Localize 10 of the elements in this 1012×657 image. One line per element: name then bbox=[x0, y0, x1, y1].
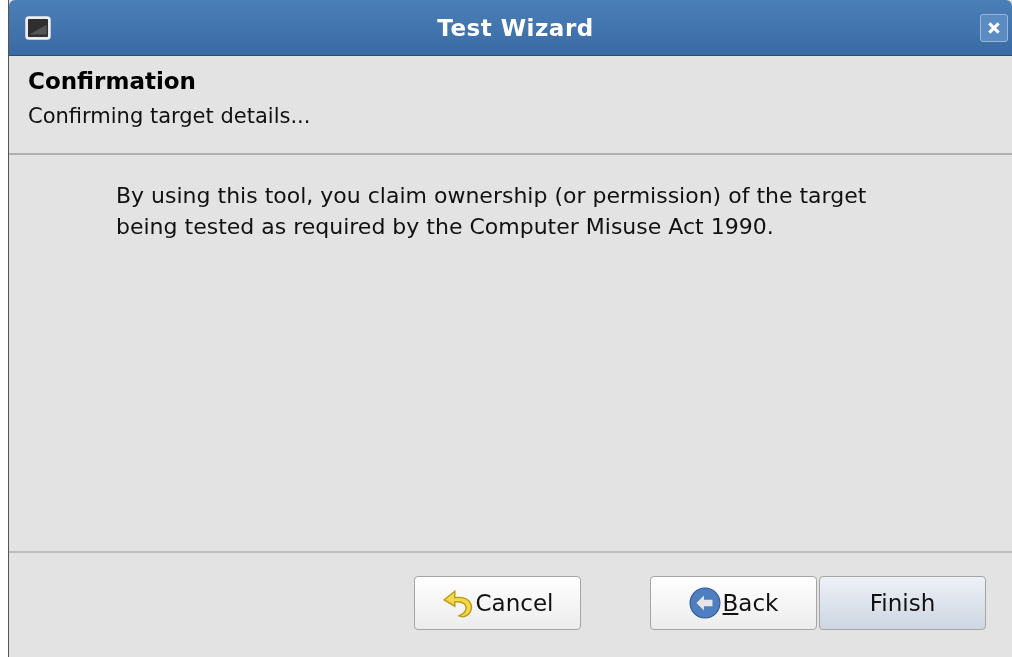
cancel-button[interactable]: Cancel bbox=[414, 576, 581, 630]
window-menu-icon[interactable] bbox=[25, 15, 51, 40]
back-button[interactable]: Back bbox=[650, 576, 817, 630]
finish-button[interactable]: Finish bbox=[819, 576, 986, 630]
close-icon bbox=[987, 20, 1001, 35]
page-title: Confirmation bbox=[28, 68, 197, 94]
disclaimer-text: By using this tool, you claim ownership (or permission) of the target being tested as required by the Computer Misuse Act 1990. bbox=[116, 182, 868, 241]
page-subtitle: Confirming target details... bbox=[28, 104, 312, 128]
window-title: Test Wizard bbox=[436, 14, 595, 41]
close-button[interactable] bbox=[980, 13, 1008, 42]
